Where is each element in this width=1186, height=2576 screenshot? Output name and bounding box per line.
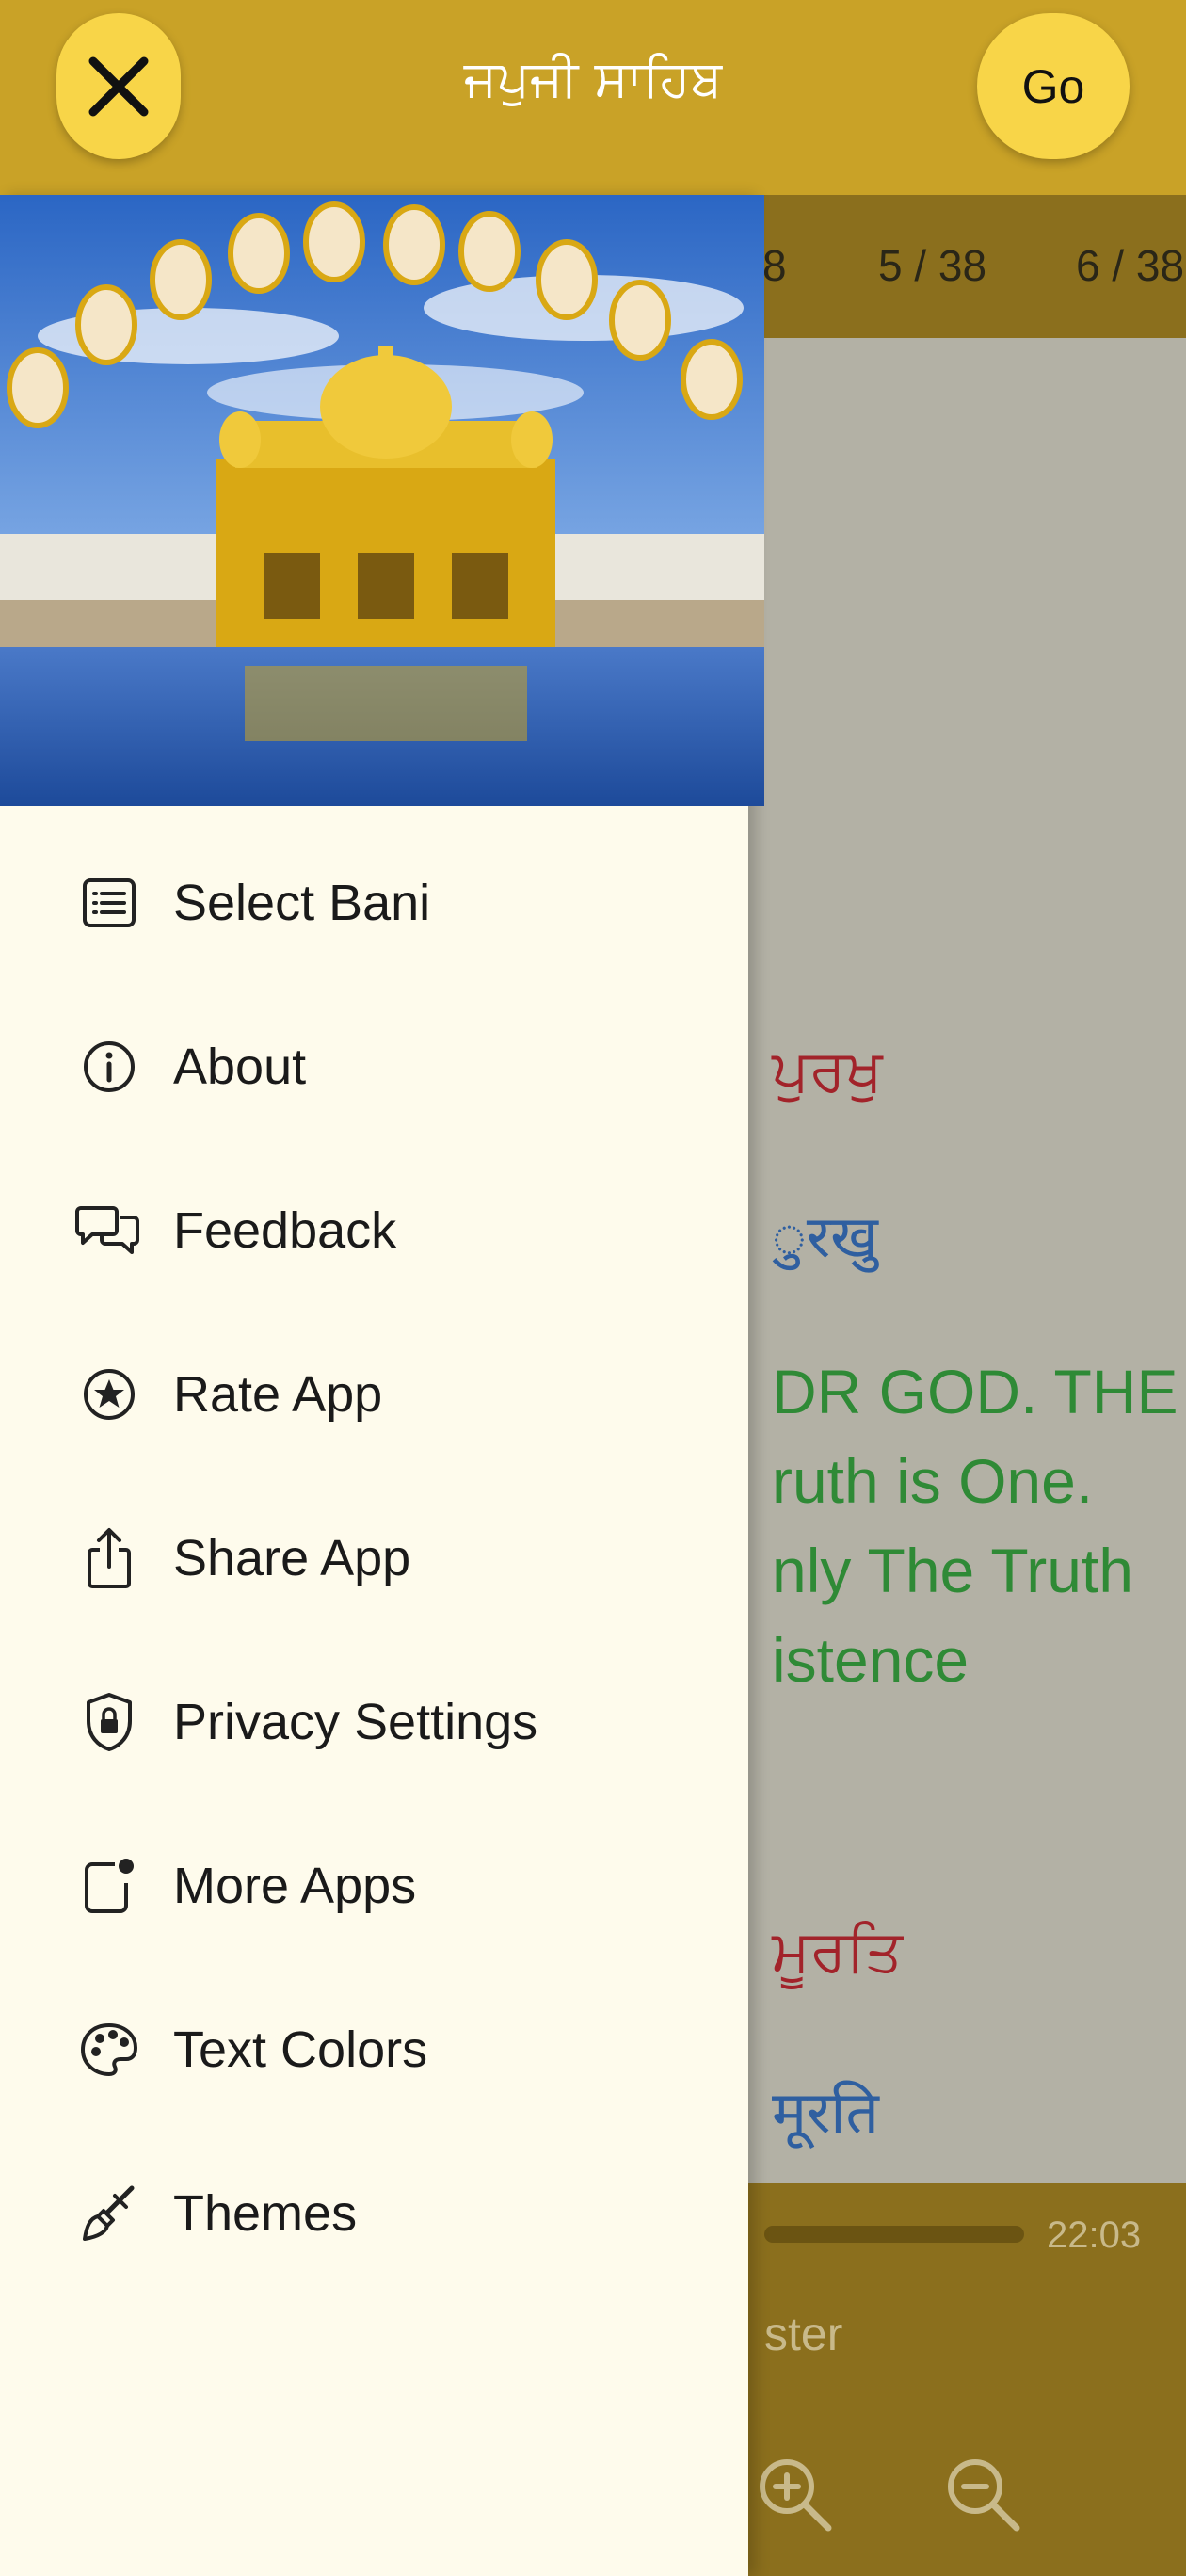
audio-progress-track[interactable] [764, 2226, 1024, 2243]
page-tab[interactable]: 6 / 38 [1076, 240, 1184, 291]
menu-item-label: Select Bani [173, 875, 431, 931]
app-badge-icon [73, 1850, 145, 1922]
go-button[interactable]: Go [977, 13, 1130, 159]
shield-lock-icon [73, 1686, 145, 1758]
page-tab[interactable]: 8 [762, 240, 787, 291]
drawer-header-image [0, 195, 764, 806]
menu-item-themes[interactable]: Themes [0, 2132, 748, 2295]
star-circle-icon [73, 1359, 145, 1430]
list-icon [73, 867, 145, 939]
menu-item-label: Share App [173, 1530, 411, 1586]
golden-temple-image [0, 195, 764, 806]
paintbrush-icon [73, 2178, 145, 2249]
menu-item-text-colors[interactable]: Text Colors [0, 1968, 748, 2132]
info-icon [73, 1031, 145, 1103]
menu-item-share-app[interactable]: Share App [0, 1476, 748, 1640]
gurmukhi-line: ਪੁਰਖੁ [772, 1036, 883, 1104]
english-line: ruth is One. [772, 1446, 1094, 1516]
menu-item-label: Themes [173, 2185, 358, 2242]
english-line: istence [772, 1625, 970, 1695]
menu-item-about[interactable]: About [0, 985, 748, 1149]
hindi-line: मूरति [772, 2078, 879, 2147]
menu-item-more-apps[interactable]: More Apps [0, 1804, 748, 1968]
menu-item-feedback[interactable]: Feedback [0, 1149, 748, 1312]
audio-time: 22:03 [1047, 2214, 1142, 2256]
player-label: ster [764, 2308, 843, 2360]
top-bar: ਜਪੁਜੀ ਸਾਹਿਬ Go [0, 0, 1186, 195]
menu-item-label: Text Colors [173, 2021, 428, 2078]
zoom-in-icon[interactable] [753, 2453, 838, 2537]
menu-item-label: Privacy Settings [173, 1694, 538, 1750]
menu-item-rate-app[interactable]: Rate App [0, 1312, 748, 1476]
chat-bubbles-icon [73, 1195, 145, 1266]
menu-item-label: About [173, 1038, 307, 1095]
palette-icon [73, 2014, 145, 2085]
english-line: DR GOD. THE [772, 1357, 1178, 1426]
english-line: nly The Truth [772, 1536, 1133, 1605]
page-tab[interactable]: 5 / 38 [878, 240, 986, 291]
zoom-out-icon[interactable] [941, 2453, 1026, 2537]
menu-item-select-bani[interactable]: Select Bani [0, 821, 748, 985]
menu-item-label: Feedback [173, 1202, 397, 1259]
menu-item-privacy-settings[interactable]: Privacy Settings [0, 1640, 748, 1804]
menu-item-label: More Apps [173, 1858, 417, 1914]
gurmukhi-line: ਮੂਰਤਿ [772, 1916, 903, 1985]
share-icon [73, 1522, 145, 1594]
hindi-line: ुरखु [772, 1202, 878, 1271]
side-drawer: Select Bani About Feedback Rate App Shar… [0, 195, 764, 2576]
menu-item-label: Rate App [173, 1366, 383, 1423]
